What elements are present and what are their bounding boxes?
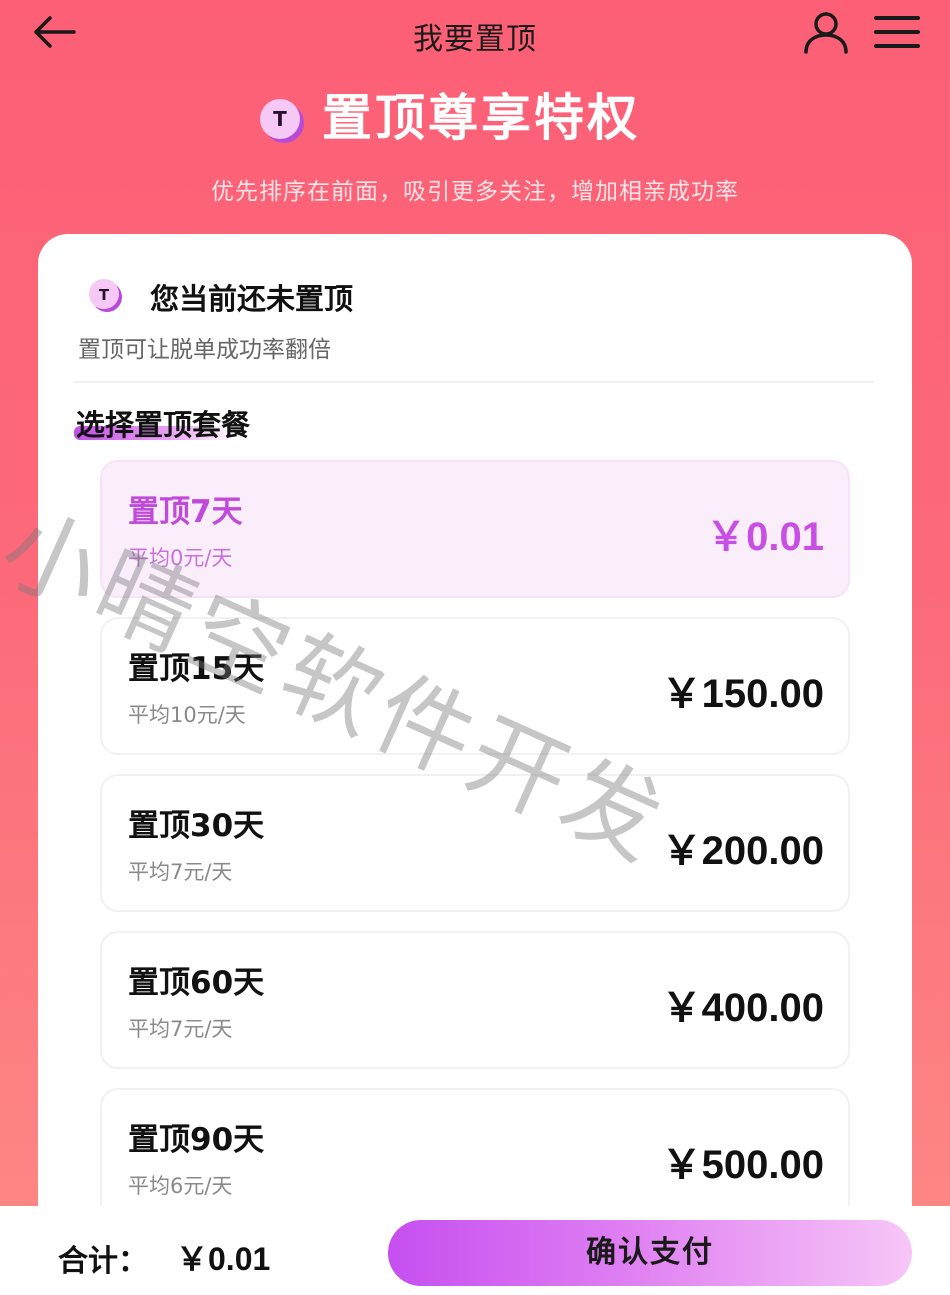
checkout-bar: 合计： ￥0.01 确认支付 <box>0 1206 950 1295</box>
package-name: 置顶15天 <box>128 651 265 687</box>
confirm-pay-button[interactable]: 确认支付 <box>388 1220 912 1286</box>
hero-title: 置顶尊享特权 <box>322 89 640 147</box>
divider <box>74 381 874 383</box>
section-title: 选择置顶套餐 <box>76 408 251 442</box>
svg-text:T: T <box>99 286 110 304</box>
package-price: ￥400.00 <box>661 986 824 1030</box>
total-amount: ￥0.01 <box>176 1241 271 1277</box>
package-option-60-days[interactable]: 置顶60天 平均7元/天 ￥400.00 <box>100 931 850 1069</box>
menu-button[interactable] <box>872 12 922 52</box>
package-name: 置顶30天 <box>128 808 265 844</box>
package-price: ￥500.00 <box>661 1143 824 1187</box>
package-daily-average: 平均10元/天 <box>128 703 246 727</box>
user-icon <box>804 12 848 54</box>
package-daily-average: 平均7元/天 <box>128 1017 233 1041</box>
top-nav-bar: 我要置顶 <box>0 0 950 70</box>
package-name: 置顶60天 <box>128 965 265 1001</box>
pin-badge-icon: T <box>86 276 124 314</box>
package-daily-average: 平均6元/天 <box>128 1174 233 1198</box>
package-price: ￥0.01 <box>706 515 824 559</box>
package-option-15-days[interactable]: 置顶15天 平均10元/天 ￥150.00 <box>100 617 850 755</box>
package-price: ￥200.00 <box>661 829 824 873</box>
hero-banner: T 置顶尊享特权 <box>0 88 950 148</box>
hero-subtitle: 优先排序在前面，吸引更多关注，增加相亲成功率 <box>211 179 739 205</box>
total-label: 合计： <box>58 1244 148 1279</box>
pin-status-subtitle: 置顶可让脱单成功率翻倍 <box>78 337 331 363</box>
user-button[interactable] <box>800 10 852 54</box>
pin-badge-icon: T <box>256 94 308 146</box>
package-card: T 您当前还未置顶 置顶可让脱单成功率翻倍 选择置顶套餐 置顶7天 平均0元/天… <box>38 234 912 1295</box>
package-daily-average: 平均0元/天 <box>128 546 233 570</box>
package-name: 置顶90天 <box>128 1122 265 1158</box>
pin-status-title: 您当前还未置顶 <box>150 282 354 316</box>
package-name: 置顶7天 <box>128 494 243 530</box>
package-price: ￥150.00 <box>661 672 824 716</box>
svg-text:T: T <box>273 107 287 131</box>
package-daily-average: 平均7元/天 <box>128 860 233 884</box>
package-option-7-days[interactable]: 置顶7天 平均0元/天 ￥0.01 <box>100 460 850 598</box>
package-option-30-days[interactable]: 置顶30天 平均7元/天 ￥200.00 <box>100 774 850 912</box>
hamburger-menu-icon <box>874 16 920 48</box>
